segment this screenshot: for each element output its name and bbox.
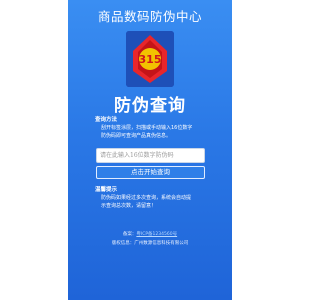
footer-record-link[interactable]: 粤ICP备1234560号 (136, 232, 177, 237)
page-header-title: 商品数码防伪中心 (97, 9, 202, 24)
brand-emblem-icon: 315 (126, 31, 174, 87)
security-code-input[interactable] (96, 148, 205, 163)
method-heading: 查询方法 (95, 117, 118, 123)
tips-text-line-2: 示查询总次数，请留意！ (101, 203, 157, 209)
tips-heading: 温馨提示 (95, 187, 118, 193)
app-container: 商品数码防伪中心 315 防伪查询 查询方法 刮开标签涂层，扫描或手动输入16位… (68, 0, 232, 300)
method-text-line-2: 防伪码即可查询产品真伪信息。 (101, 133, 172, 139)
tips-text-line-1: 防伪码如果经过多次查询，系统会自动提 (101, 195, 192, 201)
start-query-button[interactable]: 点击开始查询 (96, 166, 205, 179)
method-text-line-1: 刮开标签涂层，扫描或手动输入16位数字 (101, 125, 193, 131)
main-title: 防伪查询 (114, 96, 186, 116)
footer-record-label: 备案： (122, 232, 137, 237)
footer-copyright: 版权信息：广州数源信息科技有限公司 (111, 241, 189, 246)
footer-record: 备案：粤ICP备1234560号 (68, 231, 232, 237)
svg-text:315: 315 (139, 53, 162, 66)
brand-logo: 315 (126, 31, 174, 87)
